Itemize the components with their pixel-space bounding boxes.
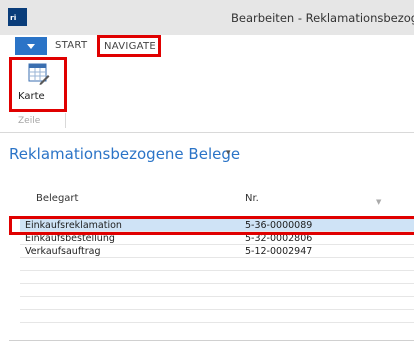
chevron-down-icon [27, 44, 35, 49]
cell-nr: 5-12-0002947 [245, 246, 313, 257]
highlight-box-navigate [97, 35, 161, 57]
file-menu-button[interactable] [15, 37, 47, 55]
highlight-box-row [9, 216, 414, 235]
table-bottom-border [9, 340, 414, 341]
column-header-nr[interactable]: Nr. [245, 193, 259, 204]
table-row-divider [20, 296, 414, 297]
page-title[interactable]: Reklamationsbezogene Belege [9, 145, 240, 163]
highlight-box-karte [9, 57, 67, 112]
ribbon-group-separator [65, 113, 66, 128]
window-title: Bearbeiten - Reklamationsbezoge [231, 11, 414, 25]
table-row-divider [20, 270, 414, 271]
column-filter-icon[interactable]: ▼ [376, 198, 381, 206]
cell-belegart: Verkaufsauftrag [25, 246, 101, 257]
table-row[interactable]: Verkaufsauftrag 5-12-0002947 [0, 245, 414, 258]
table-row-divider [20, 283, 414, 284]
ribbon-group-label: Zeile [18, 116, 41, 126]
table-row-divider [20, 309, 414, 310]
app-icon[interactable]: ᵣᵢ [8, 8, 27, 26]
page-title-dropdown-icon[interactable]: ▾ [226, 148, 231, 158]
column-header-belegart[interactable]: Belegart [36, 193, 78, 204]
tab-start[interactable]: START [55, 40, 87, 51]
table-row-divider [20, 322, 414, 323]
